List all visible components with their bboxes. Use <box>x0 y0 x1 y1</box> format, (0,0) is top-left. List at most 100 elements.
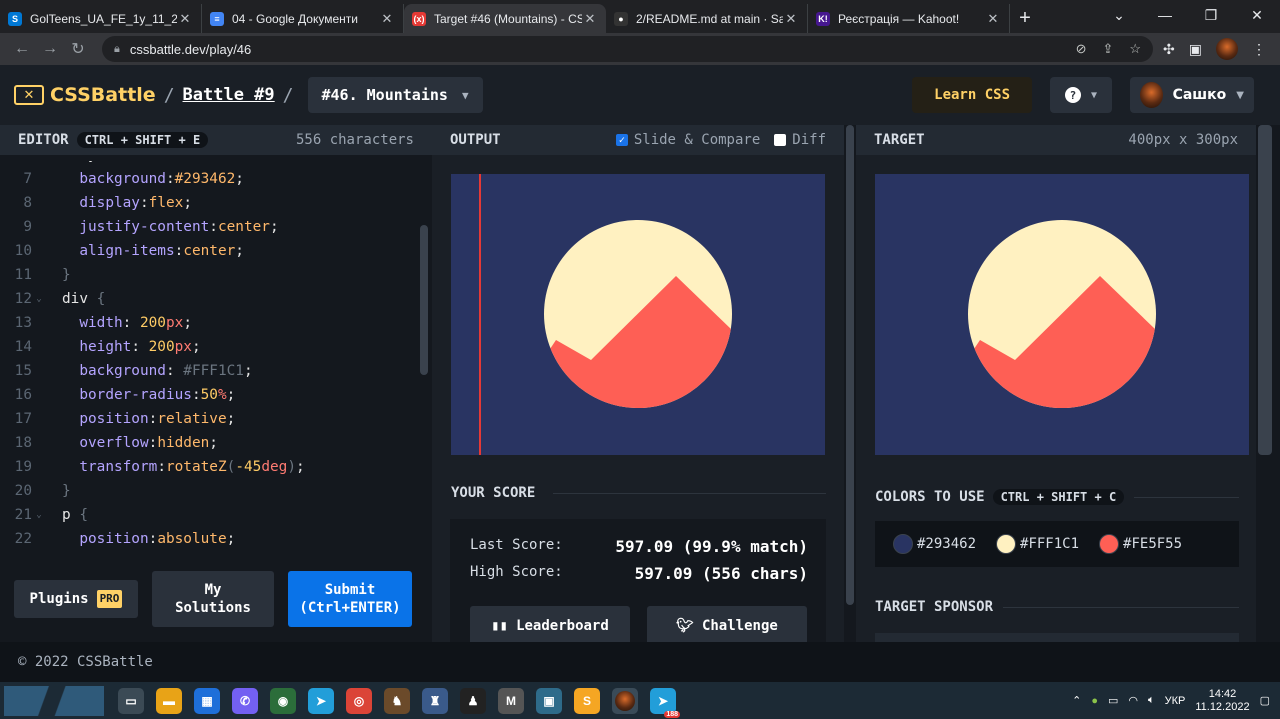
code-token: ; <box>183 315 192 331</box>
color-palette: #293462 #FFF1C1 #FE5F55 <box>875 521 1239 567</box>
cssbattle-icon: (x) <box>412 11 426 26</box>
url-input[interactable]: 🔒︎ cssbattle.dev/play/46 ⊘ ⇪ ☆ <box>102 36 1154 62</box>
language-indicator[interactable]: УКР <box>1165 695 1186 707</box>
skype-icon: S <box>8 11 22 26</box>
fold-icon <box>32 359 46 383</box>
code-token: ; <box>226 411 236 427</box>
diff-toggle[interactable]: Diff <box>774 132 826 148</box>
volume-icon[interactable]: 🔈︎ <box>1148 694 1155 707</box>
challenge-label: Challenge <box>701 618 778 634</box>
browser-tab[interactable]: (x) Target #46 (Mountains) - CSS ✕ <box>404 4 606 33</box>
extensions-icon[interactable]: ✣ <box>1163 41 1175 58</box>
telegram-icon[interactable]: ➤ <box>308 687 334 714</box>
reload-icon[interactable]: ↻ <box>64 39 92 59</box>
line-number: 22 <box>14 531 32 547</box>
checkbox-icon[interactable] <box>774 134 787 146</box>
footer: © 2022 CSSBattle <box>0 642 1280 682</box>
checkbox-checked-icon[interactable]: ✓ <box>615 134 628 146</box>
viber-icon[interactable]: ✆ <box>232 687 258 714</box>
task-view-icon[interactable]: ▭ <box>118 687 144 714</box>
code-token: ; <box>226 387 236 403</box>
new-tab-button[interactable]: + <box>1010 4 1040 33</box>
code-token: #FFF1C1 <box>183 363 244 379</box>
telegram-icon[interactable]: ➤ 188 <box>650 687 680 718</box>
logo-mark-icon: ✕ <box>14 85 44 105</box>
sublime-icon[interactable]: S <box>574 687 600 714</box>
fold-icon[interactable]: ⌄ <box>32 287 46 311</box>
close-icon[interactable]: ✕ <box>1234 0 1280 30</box>
panel-divider[interactable] <box>844 125 856 642</box>
forward-icon[interactable]: → <box>36 40 64 58</box>
chevron-down-icon[interactable]: ⌄ <box>1096 0 1142 30</box>
profile-avatar[interactable] <box>1216 38 1238 60</box>
sidepanel-icon[interactable]: ▣ <box>1189 41 1202 58</box>
plugins-button[interactable]: Plugins PRO <box>14 580 138 618</box>
help-icon: ? <box>1064 87 1081 103</box>
code-line: 20} <box>0 479 420 503</box>
code-token: background <box>62 363 166 379</box>
leaderboard-button[interactable]: ▮▮ Leaderboard <box>470 606 630 646</box>
slide-compare-toggle[interactable]: ✓ Slide & Compare <box>615 132 760 148</box>
share-icon[interactable]: ⇪ <box>1102 41 1113 57</box>
photo-icon[interactable]: ▣ <box>536 687 562 714</box>
game-icon[interactable]: ♟ <box>460 687 486 714</box>
menu-icon[interactable]: ⋮ <box>1252 41 1266 58</box>
close-tab-icon[interactable]: ✕ <box>379 11 395 27</box>
wifi-icon[interactable]: ◠ <box>1128 694 1138 707</box>
browser-tab[interactable]: ≡ 04 - Google Документи ✕ <box>202 4 404 33</box>
app-icon[interactable]: ◉ <box>270 687 296 714</box>
browser-tab[interactable]: S GolTeens_UA_FE_1y_11_22: S✕ <box>0 4 202 33</box>
color-hex: #293462 <box>917 536 977 552</box>
close-tab-icon[interactable]: ✕ <box>783 11 799 27</box>
back-icon[interactable]: ← <box>8 40 36 58</box>
chrome-icon[interactable]: ◎ <box>346 687 372 714</box>
learn-css-button[interactable]: Learn CSS <box>912 77 1032 113</box>
browser-tab-strip: SGolTeens_UA_FE_1y_11_22: S✕≡04 - Google… <box>0 0 1280 33</box>
browser-tab[interactable]: ● 2/README.md at main · Sahi ✕ <box>606 4 808 33</box>
color-swatch[interactable]: #293462 <box>893 534 976 554</box>
my-solutions-button[interactable]: My Solutions <box>152 571 274 627</box>
game-icon[interactable]: ♞ <box>384 687 410 714</box>
color-swatch[interactable]: #FE5F55 <box>1099 534 1182 554</box>
star-icon[interactable]: ☆ <box>1129 41 1141 57</box>
help-dropdown[interactable]: ? ▼ <box>1050 77 1112 113</box>
clock[interactable]: 14:42 11.12.2022 <box>1195 688 1249 714</box>
tray-app-icon[interactable]: ● <box>1091 695 1098 707</box>
output-canvas[interactable] <box>451 174 825 455</box>
editor-scrollbar[interactable] <box>420 225 428 375</box>
bar-chart-icon: ▮▮ <box>491 618 509 634</box>
chevron-up-icon[interactable]: ⌃ <box>1072 694 1081 707</box>
fold-icon[interactable]: ⌄ <box>32 503 46 527</box>
restore-icon[interactable]: ❐ <box>1188 0 1234 30</box>
target-dropdown[interactable]: #46. Mountains ▼ <box>307 77 483 113</box>
eye-off-icon[interactable]: ⊘ <box>1076 41 1087 57</box>
submit-button[interactable]: Submit (Ctrl+ENTER) <box>288 571 412 627</box>
browser-tab[interactable]: K! Реєстрація — Kahoot! ✕ <box>808 4 1010 33</box>
file-explorer-icon[interactable]: ▬ <box>156 687 182 714</box>
color-swatch[interactable]: #FFF1C1 <box>996 534 1079 554</box>
game-icon[interactable]: ♜ <box>422 687 448 714</box>
close-tab-icon[interactable]: ✕ <box>582 11 598 27</box>
code-editor[interactable]: 6⌄body {7 background:#293462;8 display:f… <box>0 161 420 551</box>
battery-icon[interactable]: ▭ <box>1108 694 1118 707</box>
minimize-icon[interactable]: — <box>1142 0 1188 30</box>
slide-compare-handle[interactable] <box>479 174 481 455</box>
close-tab-icon[interactable]: ✕ <box>177 11 193 27</box>
start-area[interactable] <box>4 685 104 716</box>
notifications-icon[interactable]: ▢ <box>1260 694 1270 707</box>
page-scrollbar[interactable] <box>1256 125 1280 642</box>
store-icon[interactable]: ▦ <box>194 687 220 714</box>
code-token: : <box>174 243 184 259</box>
user-menu[interactable]: Сашко ▼ <box>1130 77 1254 113</box>
notification-badge: 188 <box>664 710 680 718</box>
battle-link[interactable]: Battle #9 <box>183 85 275 105</box>
close-tab-icon[interactable]: ✕ <box>985 11 1001 27</box>
mw-icon[interactable]: M <box>498 687 524 714</box>
target-size: 400px x 300px <box>1128 132 1238 148</box>
chrome-profile-icon[interactable] <box>612 687 638 714</box>
code-token: : <box>191 387 201 403</box>
fold-icon <box>32 263 46 287</box>
cssbattle-logo[interactable]: ✕ CSSBattle <box>14 84 156 106</box>
challenge-button[interactable]: 🐦︎ Challenge <box>647 606 807 646</box>
user-avatar <box>1140 82 1163 108</box>
